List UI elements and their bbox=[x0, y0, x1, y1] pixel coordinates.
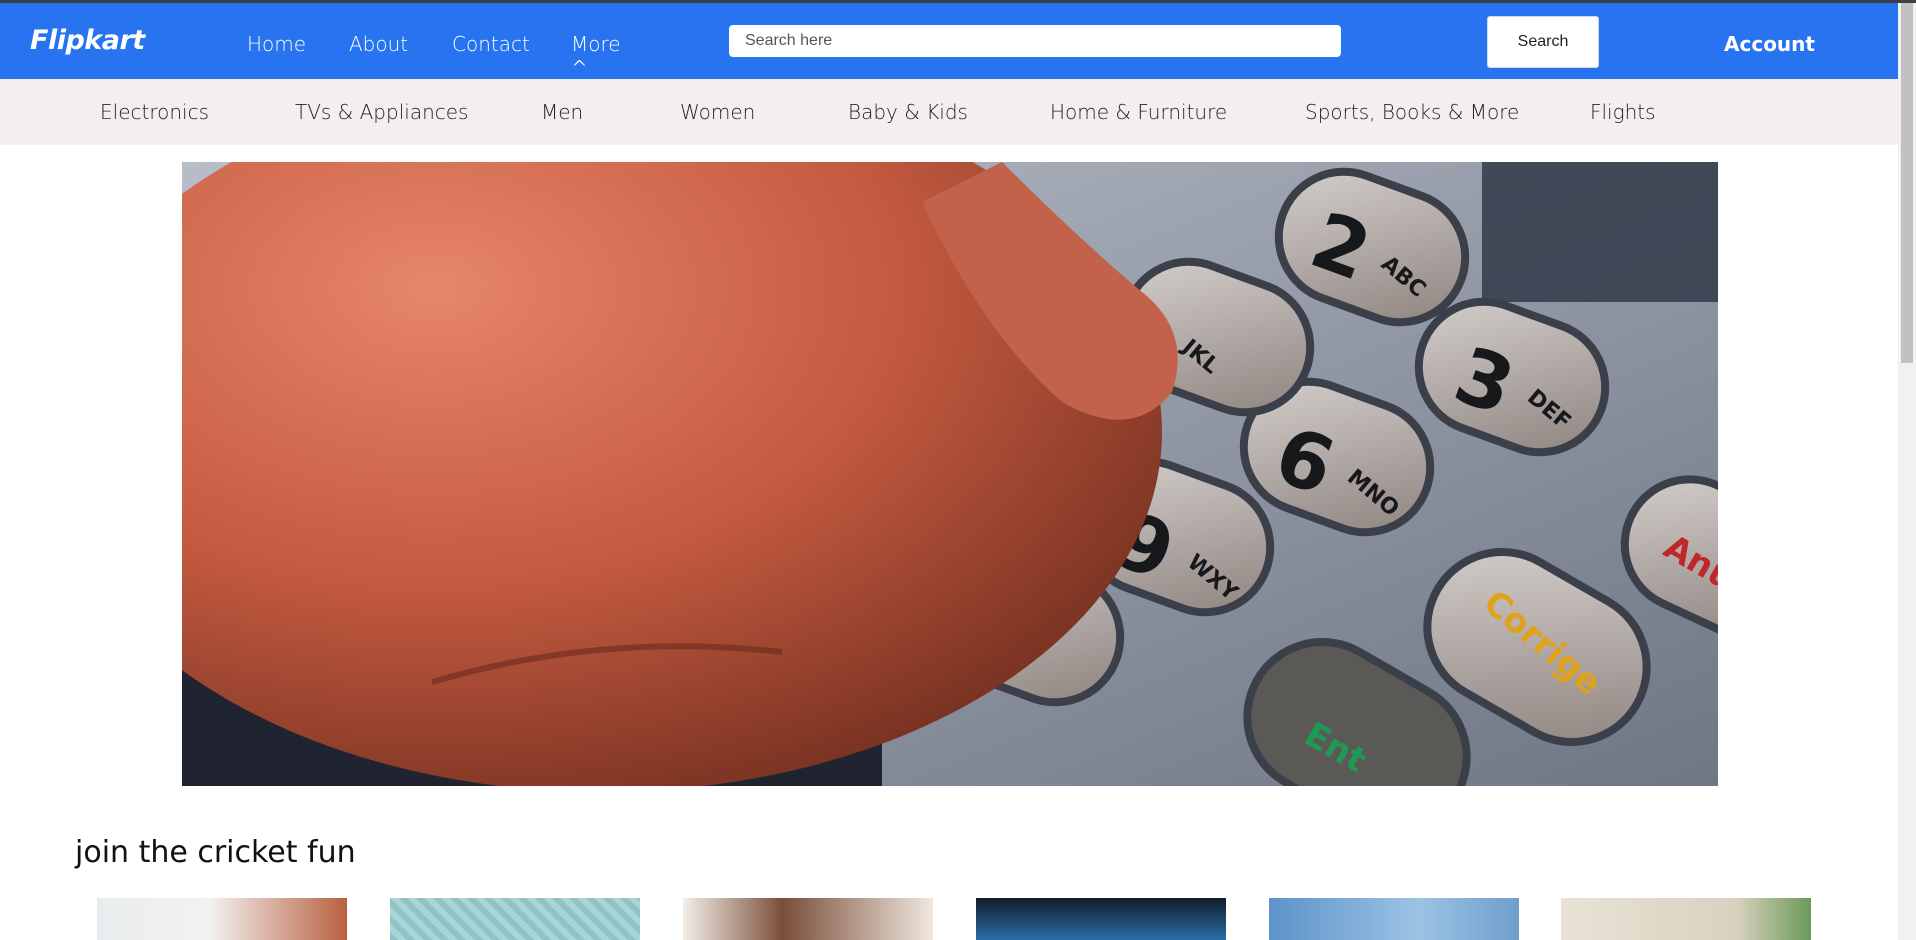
category-electronics[interactable]: Electronics bbox=[100, 100, 209, 124]
cricket-thumbnail-2[interactable] bbox=[390, 898, 640, 940]
category-bar: Electronics TVs & Appliances Men Women B… bbox=[0, 79, 1898, 145]
top-header: Flipkart Home About Contact More ^ Searc… bbox=[0, 3, 1898, 80]
category-women[interactable]: Women bbox=[680, 100, 755, 124]
nav-contact[interactable]: Contact bbox=[452, 32, 530, 56]
cricket-thumbnail-6[interactable] bbox=[1561, 898, 1811, 940]
nav-home[interactable]: Home bbox=[247, 32, 306, 56]
category-home-furniture[interactable]: Home & Furniture bbox=[1050, 100, 1227, 124]
category-flights[interactable]: Flights bbox=[1590, 100, 1656, 124]
search-button[interactable]: Search bbox=[1487, 16, 1599, 68]
cricket-thumbnail-4[interactable] bbox=[976, 898, 1226, 940]
section-title: join the cricket fun bbox=[75, 835, 356, 870]
keypad-photo: 2 ABC 3 DEF 6 MNO 9 WXY JKL UV Corrige E… bbox=[182, 162, 1718, 786]
nav-about[interactable]: About bbox=[349, 32, 408, 56]
scrollbar-thumb[interactable] bbox=[1901, 3, 1913, 363]
cricket-thumbnail-5[interactable] bbox=[1269, 898, 1519, 940]
category-men[interactable]: Men bbox=[541, 100, 583, 124]
vertical-scrollbar[interactable] bbox=[1898, 3, 1916, 940]
category-baby-kids[interactable]: Baby & Kids bbox=[848, 100, 968, 124]
category-sports-books-more[interactable]: Sports, Books & More bbox=[1305, 100, 1519, 124]
account-link[interactable]: Account bbox=[1724, 32, 1815, 56]
flipkart-logo[interactable]: Flipkart bbox=[30, 25, 145, 56]
hero-banner-image[interactable]: 2 ABC 3 DEF 6 MNO 9 WXY JKL UV Corrige E… bbox=[182, 162, 1718, 786]
search-input[interactable] bbox=[729, 25, 1341, 57]
category-tvs-appliances[interactable]: TVs & Appliances bbox=[295, 100, 468, 124]
cricket-thumbnail-3[interactable] bbox=[683, 898, 933, 940]
nav-more[interactable]: More ^ bbox=[571, 32, 621, 80]
cricket-thumbnail-1[interactable] bbox=[97, 898, 347, 940]
